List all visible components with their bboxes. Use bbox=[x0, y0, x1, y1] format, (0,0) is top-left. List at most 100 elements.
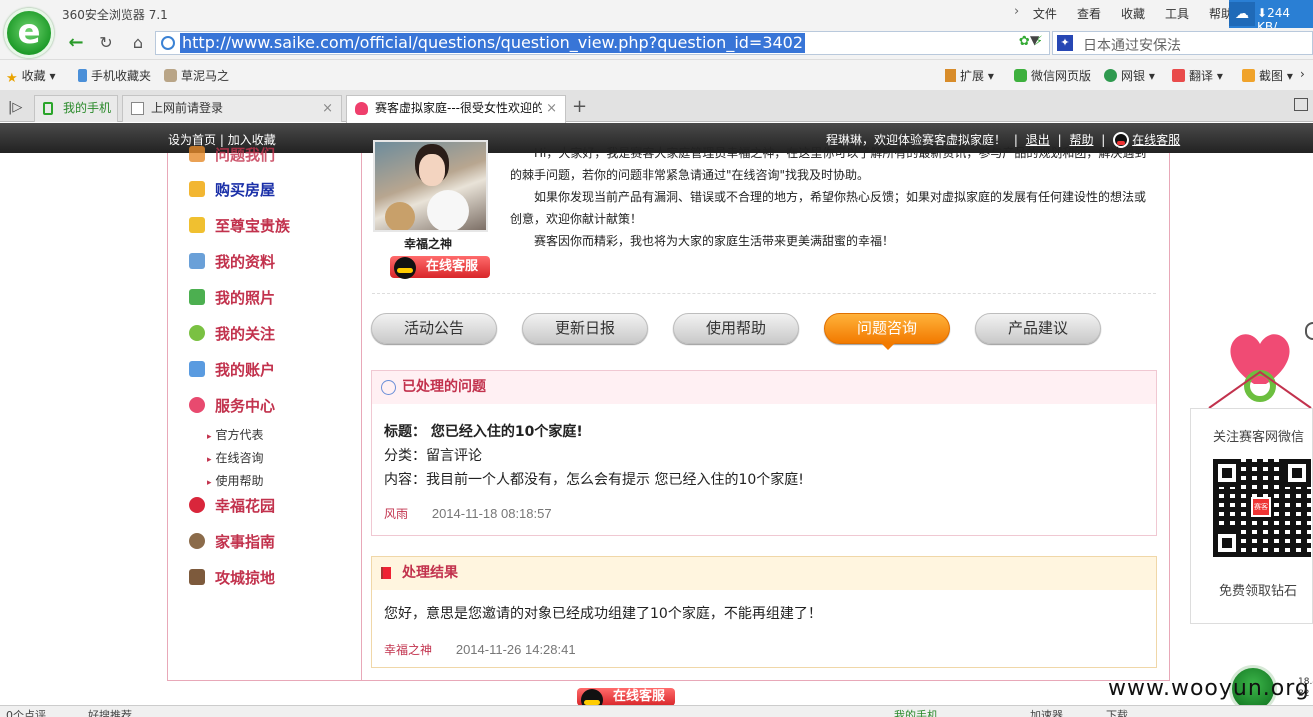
qq-icon bbox=[581, 689, 603, 706]
avatar bbox=[373, 140, 488, 232]
result-content: 您好，意思是您邀请的对象已经成功组建了10个家庭，不能再组建了！ bbox=[384, 606, 822, 622]
extensions-button[interactable]: 扩展 ▾ bbox=[945, 67, 994, 84]
menu-file[interactable]: 文件 bbox=[1033, 5, 1057, 22]
nav-item-profile[interactable]: 我的资料 bbox=[189, 251, 275, 272]
more-bookmarks-icon[interactable]: › bbox=[1300, 67, 1305, 81]
bank-button[interactable]: 网银 ▾ bbox=[1104, 67, 1155, 84]
tab-usage-help[interactable]: 使用帮助 bbox=[673, 313, 799, 344]
nav-item-buy-house[interactable]: 购买房屋 bbox=[189, 179, 275, 200]
menu-favorites[interactable]: 收藏 bbox=[1121, 5, 1145, 22]
chef-icon bbox=[189, 533, 205, 549]
cloud-icon: ☁ bbox=[1229, 2, 1255, 26]
chevron-right-icon[interactable]: › bbox=[1014, 4, 1019, 19]
question-content: 内容：我目前一个人都没有，怎么会有提示 您已经入住的10个家庭! bbox=[384, 472, 804, 488]
sub-item-online[interactable]: 在线咨询 bbox=[207, 449, 264, 466]
scissors-icon bbox=[1242, 69, 1255, 82]
bookmark-favorites[interactable]: ★ 收藏 ▾ bbox=[6, 67, 56, 86]
nav-item-garden[interactable]: 幸福花园 bbox=[189, 495, 275, 516]
address-bar-row: ← ↻ ⌂ http://www.saike.com/official/ques… bbox=[0, 28, 1313, 60]
browser-title: 360安全浏览器 7.1 bbox=[62, 8, 168, 22]
search-engine-icon[interactable]: ✦ bbox=[1057, 35, 1073, 51]
tab-update-log[interactable]: 更新日报 bbox=[522, 313, 648, 344]
tab-login[interactable]: 上网前请登录 × bbox=[122, 95, 342, 122]
status-download[interactable]: 下载 bbox=[1106, 707, 1128, 717]
side-tab-handle[interactable] bbox=[1305, 322, 1313, 340]
heart-icon bbox=[355, 102, 368, 115]
result-panel: 处理结果 您好，意思是您邀请的对象已经成功组建了10个家庭，不能再组建了！ 幸福… bbox=[371, 556, 1157, 668]
nav-item-account[interactable]: 我的账户 bbox=[189, 359, 275, 380]
wechat-subtitle: 免费领取钻石 bbox=[1219, 584, 1298, 599]
tab-strip: |▷ 我的手机 上网前请登录 × 赛客虚拟家庭---很受女性欢迎的 × + bbox=[0, 90, 1313, 123]
phone-icon bbox=[43, 102, 53, 115]
nav-item-photos[interactable]: 我的照片 bbox=[189, 287, 275, 308]
wechat-title: 关注赛客网微信 bbox=[1213, 430, 1305, 445]
globe-icon bbox=[161, 36, 175, 50]
status-my-phone[interactable]: 我的手机 bbox=[894, 707, 938, 717]
translate-button[interactable]: 翻译 ▾ bbox=[1172, 67, 1223, 84]
browser-logo[interactable]: e bbox=[4, 8, 54, 58]
back-arrow-icon[interactable]: ← bbox=[64, 32, 88, 54]
tab-announcements[interactable]: 活动公告 bbox=[371, 313, 497, 344]
saike-heart-logo bbox=[1208, 334, 1312, 409]
left-nav: 问题我们 购买房屋 至尊宝贵族 我的资料 我的照片 我的关注 我的账户 服务中心… bbox=[167, 146, 362, 681]
tab-saike[interactable]: 赛客虚拟家庭---很受女性欢迎的 × bbox=[346, 95, 566, 123]
status-comments[interactable]: 0个点评 bbox=[6, 707, 46, 717]
home-icon[interactable]: ⌂ bbox=[126, 32, 150, 54]
alpaca-icon bbox=[164, 69, 177, 82]
reload-icon[interactable]: ↻ bbox=[94, 32, 118, 54]
tab-questions[interactable]: 问题咨询 bbox=[824, 313, 950, 350]
result-header: 处理结果 bbox=[402, 565, 458, 581]
status-recommend[interactable]: 好搜推荐 bbox=[88, 707, 132, 717]
wechat-icon bbox=[1014, 69, 1027, 82]
bookmark-caonima[interactable]: 草泥马之 bbox=[164, 67, 229, 84]
nav-item-service[interactable]: 服务中心 bbox=[189, 395, 275, 416]
menu-tools[interactable]: 工具 bbox=[1165, 5, 1189, 22]
close-icon[interactable]: × bbox=[542, 96, 557, 121]
result-author: 幸福之神 bbox=[384, 643, 433, 657]
account-icon bbox=[189, 361, 205, 377]
shield-icon bbox=[1104, 69, 1117, 82]
nav-item-guide[interactable]: 家事指南 bbox=[189, 531, 275, 552]
grid-icon bbox=[945, 69, 956, 82]
crown-icon bbox=[189, 217, 205, 233]
question-panel: 已处理的问题 标题： 您已经入住的10个家庭! 分类：留言评论 内容：我目前一个… bbox=[371, 370, 1157, 536]
intro-paragraph: 赛客因你而精彩，我也将为大家的家庭生活带来更美满甜蜜的幸福！ bbox=[534, 234, 895, 248]
question-meta: 风雨 2014-11-18 08:18:57 bbox=[384, 505, 552, 522]
nav-item-siege[interactable]: 攻城掠地 bbox=[189, 567, 275, 588]
online-service-button[interactable]: 在线客服 bbox=[390, 256, 490, 279]
telephone-icon bbox=[189, 397, 205, 413]
sub-item-help[interactable]: 使用帮助 bbox=[207, 472, 264, 489]
tab-list-icon[interactable] bbox=[1294, 98, 1308, 111]
result-time: 2014-11-26 14:28:41 bbox=[455, 642, 576, 657]
url-text[interactable]: http://www.saike.com/official/questions/… bbox=[180, 33, 806, 53]
new-tab-icon[interactable]: + bbox=[572, 96, 587, 117]
nav-item-vip[interactable]: 至尊宝贵族 bbox=[189, 215, 290, 236]
nav-item-follow[interactable]: 我的关注 bbox=[189, 323, 275, 344]
chevron-down-icon[interactable]: ▼ bbox=[1030, 33, 1039, 47]
url-input[interactable]: http://www.saike.com/official/questions/… bbox=[155, 31, 1050, 55]
battle-icon bbox=[189, 569, 205, 585]
search-input[interactable]: ✦ 日本通过安保法 bbox=[1052, 31, 1313, 55]
translate-icon bbox=[1172, 69, 1185, 82]
result-meta: 幸福之神 2014-11-26 14:28:41 bbox=[384, 641, 576, 658]
tab-suggestions[interactable]: 产品建议 bbox=[975, 313, 1101, 344]
heart-shape bbox=[1230, 334, 1290, 384]
menu-view[interactable]: 查看 bbox=[1077, 5, 1101, 22]
bookmark-mobile[interactable]: 手机收藏夹 bbox=[78, 67, 151, 84]
divider bbox=[372, 293, 1156, 294]
tab-my-phone[interactable]: 我的手机 bbox=[34, 95, 118, 122]
nav-item-problem[interactable]: 问题我们 bbox=[189, 144, 275, 165]
profile-name: 幸福之神 bbox=[404, 237, 453, 251]
sidebar-toggle-icon[interactable]: |▷ bbox=[8, 100, 22, 115]
wechat-widget: 关注赛客网微信 赛客 免费领取钻石 bbox=[1190, 408, 1313, 624]
screenshot-button[interactable]: 截图 ▾ bbox=[1242, 67, 1293, 84]
sub-item-official[interactable]: 官方代表 bbox=[207, 426, 264, 443]
search-placeholder: 日本通过安保法 bbox=[1083, 38, 1181, 54]
status-accelerator[interactable]: 加速器 bbox=[1030, 707, 1063, 717]
speed-indicator[interactable]: ☁ ⬇244 KB/ bbox=[1229, 0, 1313, 34]
browser-title-bar: 360安全浏览器 7.1 文件 查看 收藏 工具 帮助 › ☁ ⬇244 KB/ bbox=[0, 0, 1313, 34]
close-icon[interactable]: × bbox=[322, 96, 333, 121]
bottom-online-service-button[interactable]: 在线客服 bbox=[577, 688, 675, 706]
wechat-web-button[interactable]: 微信网页版 bbox=[1014, 67, 1091, 84]
watermark-text: www.wooyun.org bbox=[1108, 676, 1310, 701]
